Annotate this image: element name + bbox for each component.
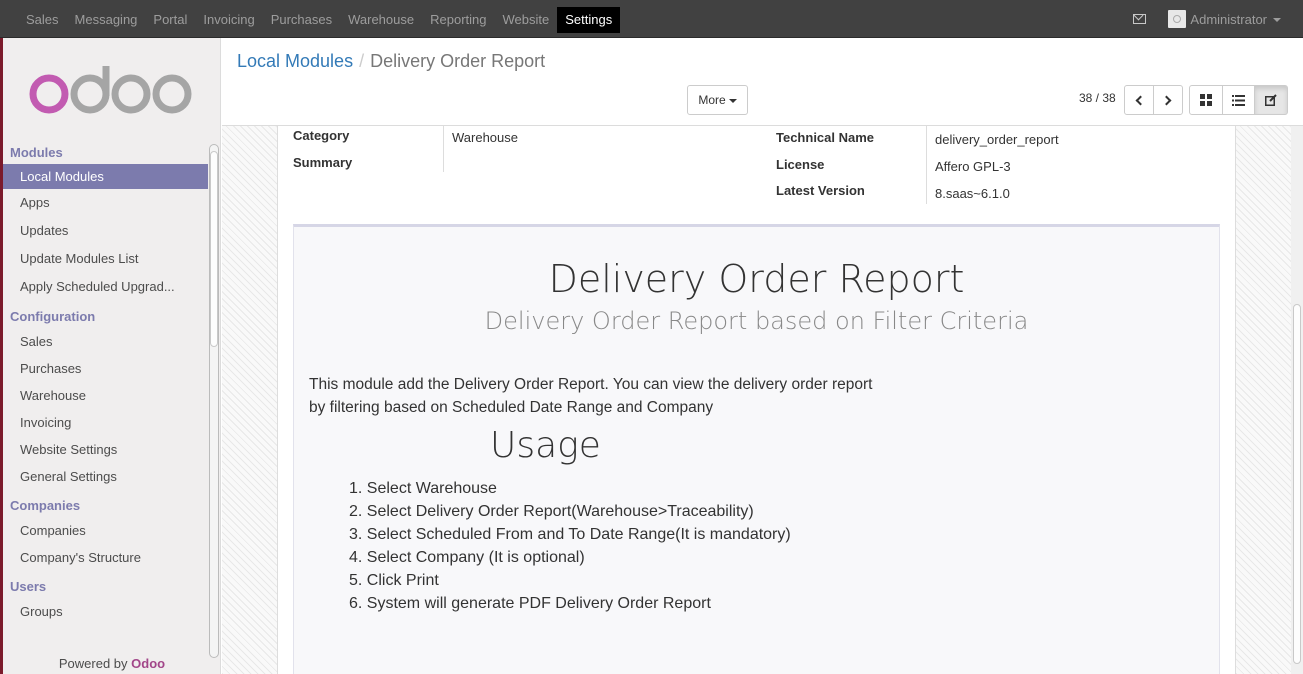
menu-warehouse[interactable]: Warehouse	[340, 7, 422, 33]
main-scroll-thumb[interactable]	[1293, 304, 1301, 664]
pager-next-button[interactable]	[1153, 85, 1183, 115]
sidebar-item-local-modules[interactable]: Local Modules	[3, 164, 208, 189]
sidebar-item-purchases[interactable]: Purchases	[3, 355, 208, 382]
chevron-right-icon	[1161, 95, 1172, 105]
sidebar-section-modules: Modules	[10, 145, 63, 160]
kanban-view-button[interactable]	[1189, 85, 1223, 115]
sidebar-item-apps[interactable]: Apps	[3, 189, 208, 217]
caret-down-icon	[728, 98, 737, 103]
summary-label: Summary	[293, 155, 353, 170]
category-value[interactable]: Warehouse	[452, 130, 518, 145]
menu-website[interactable]: Website	[494, 7, 557, 33]
sidebar: Modules Local Modules Apps Updates Updat…	[3, 38, 221, 674]
menu-portal[interactable]: Portal	[145, 7, 195, 33]
sidebar-scroll-thumb[interactable]	[210, 151, 218, 347]
license-value[interactable]: Affero GPL-3	[935, 159, 1011, 174]
background-hatch-right	[1236, 126, 1291, 674]
breadcrumb-separator: /	[359, 51, 365, 71]
powered-by-link[interactable]: Odoo	[131, 656, 165, 671]
description-subtitle: Delivery Order Report based on Filter Cr…	[484, 307, 1029, 335]
pager-value[interactable]: 38 / 38	[1079, 91, 1116, 105]
sidebar-section-companies: Companies	[10, 498, 81, 513]
sidebar-item-warehouse[interactable]: Warehouse	[3, 382, 208, 409]
sidebar-item-sales[interactable]: Sales	[3, 328, 208, 355]
sidebar-item-invoicing[interactable]: Invoicing	[3, 409, 208, 436]
sidebar-menu: Modules Local Modules Apps Updates Updat…	[3, 142, 208, 625]
menu-invoicing[interactable]: Invoicing	[195, 7, 262, 33]
category-label: Category	[293, 128, 350, 143]
powered-by: Powered by Odoo	[3, 656, 221, 671]
caret-down-icon	[1273, 18, 1281, 23]
breadcrumb-current: Delivery Order Report	[370, 51, 546, 71]
usage-step: 5. Click Print	[349, 572, 439, 589]
breadcrumb: Local Modules / Delivery Order Report	[237, 51, 545, 72]
main-scrollbar[interactable]	[1291, 126, 1303, 674]
menu-messaging[interactable]: Messaging	[67, 7, 146, 33]
sidebar-item-companies[interactable]: Companies	[3, 517, 208, 544]
menu-purchases[interactable]: Purchases	[263, 7, 340, 33]
sidebar-item-apply-scheduled-upgrades[interactable]: Apply Scheduled Upgrad...	[3, 273, 208, 301]
form-view: Category Warehouse Summary Technical Nam…	[222, 126, 1303, 674]
control-panel: Local Modules / Delivery Order Report More…	[222, 38, 1303, 126]
license-label: License	[776, 157, 825, 172]
odoo-logo[interactable]	[27, 66, 197, 119]
sidebar-scrollbar[interactable]	[209, 144, 219, 658]
user-menu[interactable]: Administrator	[1190, 12, 1281, 27]
user-name: Administrator	[1190, 11, 1267, 27]
sidebar-item-groups[interactable]: Groups	[3, 598, 208, 625]
sidebar-section-configuration: Configuration	[10, 309, 96, 324]
list-view-button[interactable]	[1222, 85, 1255, 115]
latest-version-value[interactable]: 8.saas~6.1.0	[935, 186, 1010, 201]
sidebar-item-website-settings[interactable]: Website Settings	[3, 436, 208, 463]
description-paragraph: This module add the Delivery Order Repor…	[309, 373, 909, 419]
more-button[interactable]: More	[687, 85, 748, 115]
usage-step: 2. Select Delivery Order Report(Warehous…	[349, 503, 754, 520]
usage-heading: Usage	[490, 425, 601, 466]
background-hatch-left	[222, 126, 277, 674]
odoo-logo-icon	[29, 66, 192, 114]
usage-step: 1. Select Warehouse	[349, 480, 497, 497]
user-area: Administrator	[1133, 10, 1281, 28]
edit-icon	[1265, 94, 1277, 106]
latest-version-label: Latest Version	[776, 183, 865, 198]
sidebar-item-company-structure[interactable]: Company's Structure	[3, 544, 208, 571]
usage-step: 4. Select Company (It is optional)	[349, 549, 585, 566]
sidebar-item-general-settings[interactable]: General Settings	[3, 463, 208, 490]
technical-name-label: Technical Name	[776, 130, 875, 145]
menu-reporting[interactable]: Reporting	[422, 7, 494, 33]
list-icon	[1232, 94, 1245, 106]
description-title: Delivery Order Report	[548, 257, 965, 301]
field-divider	[443, 126, 444, 172]
envelope-icon[interactable]	[1133, 14, 1147, 24]
avatar[interactable]	[1168, 10, 1187, 28]
sidebar-item-updates[interactable]: Updates	[3, 217, 208, 245]
technical-name-value[interactable]: delivery_order_report	[935, 132, 1059, 147]
usage-step: 6. System will generate PDF Delivery Ord…	[349, 595, 711, 612]
form-view-button[interactable]	[1254, 85, 1288, 115]
description-line-1: This module add the Delivery Order Repor…	[309, 376, 873, 393]
description-line-2: by filtering based on Scheduled Date Ran…	[309, 399, 714, 416]
module-description: Delivery Order Report Delivery Order Rep…	[293, 224, 1220, 674]
kanban-icon	[1200, 94, 1212, 106]
chevron-left-icon	[1135, 95, 1146, 105]
powered-by-text: Powered by	[58, 656, 128, 671]
pager-previous-button[interactable]	[1124, 85, 1154, 115]
top-navbar: Sales Messaging Portal Invoicing Purchas…	[0, 0, 1303, 38]
app-menu: Sales Messaging Portal Invoicing Purchas…	[18, 7, 621, 33]
menu-sales[interactable]: Sales	[18, 7, 67, 33]
field-divider	[926, 126, 927, 204]
sidebar-item-update-modules-list[interactable]: Update Modules List	[3, 245, 208, 273]
sidebar-section-users: Users	[10, 579, 47, 594]
breadcrumb-parent[interactable]: Local Modules	[237, 51, 353, 71]
usage-step: 3. Select Scheduled From and To Date Ran…	[349, 526, 791, 543]
usage-steps: 1. Select Warehouse 2. Select Delivery O…	[349, 477, 791, 615]
more-label: More	[698, 93, 726, 107]
menu-settings[interactable]: Settings	[557, 7, 621, 33]
